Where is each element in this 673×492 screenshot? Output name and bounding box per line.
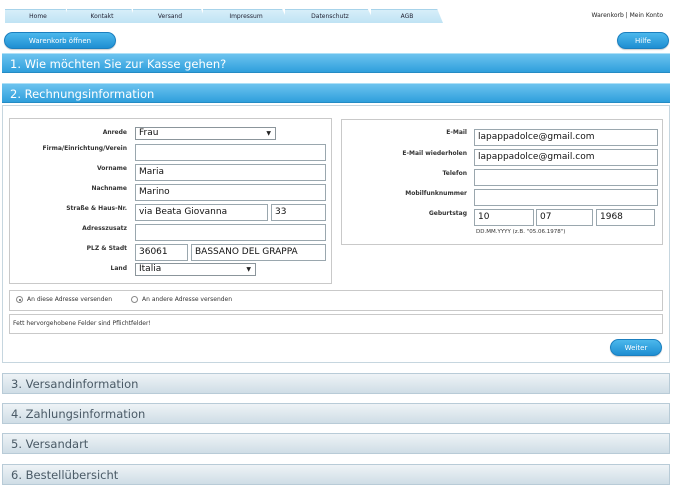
email-input[interactable]: lapappadolce@gmail.com (474, 129, 658, 146)
label-mobile: Mobilfunknummer (405, 190, 467, 197)
birthday-format-hint: DD.MM.YYYY (z.B. "05.06.1978") (476, 229, 566, 235)
company-input[interactable] (135, 144, 326, 161)
label-lastname: Nachname (91, 185, 127, 192)
label-email: E-Mail (446, 129, 467, 136)
section-order-review[interactable]: 6. Bestellübersicht (2, 464, 670, 485)
tab-versand[interactable]: Versand (133, 9, 207, 23)
country-select[interactable]: Italia ▼ (135, 263, 256, 276)
salutation-select[interactable]: Frau ▼ (135, 127, 276, 140)
email-repeat-input[interactable]: lapappadolce@gmail.com (474, 149, 658, 166)
tab-agb[interactable]: AGB (371, 9, 443, 23)
label-salutation: Anrede (102, 129, 127, 136)
label-country: Land (110, 265, 127, 272)
label-firstname: Vorname (96, 165, 127, 172)
help-button[interactable]: Hilfe (617, 32, 669, 49)
section-shipping-info[interactable]: 3. Versandinformation (2, 373, 670, 394)
salutation-value: Frau (139, 128, 159, 138)
section-payment-info[interactable]: 4. Zahlungsinformation (2, 403, 670, 424)
label-street: Straße & Haus-Nr. (66, 205, 127, 212)
label-email-repeat: E-Mail wiederholen (402, 150, 467, 157)
label-company: Firma/Einrichtung/Verein (42, 145, 127, 152)
open-cart-button[interactable]: Warenkorb öffnen (4, 32, 116, 49)
lastname-input[interactable]: Marino (135, 184, 326, 201)
birthday-month-input[interactable]: 07 (536, 209, 593, 226)
tab-kontakt[interactable]: Kontakt (67, 9, 137, 23)
tab-home[interactable]: Home (5, 9, 71, 23)
ship-to-this-address-label[interactable]: An diese Adresse versenden (27, 296, 112, 303)
country-value: Italia (139, 264, 162, 274)
zip-input[interactable]: 36061 (135, 244, 188, 261)
ship-to-other-address-label[interactable]: An andere Adresse versenden (142, 296, 232, 303)
top-navigation: Home Kontakt Versand Impressum Datenschu… (5, 9, 443, 23)
label-address-extra: Adresszusatz (82, 225, 127, 232)
ship-to-other-address-radio[interactable] (131, 296, 138, 303)
next-button[interactable]: Weiter (610, 339, 662, 356)
ship-to-this-address-radio[interactable] (16, 296, 23, 303)
label-birthday: Geburtstag (428, 210, 467, 217)
section-billing[interactable]: 2. Rechnungsinformation (2, 83, 670, 103)
label-zip-city: PLZ & Stadt (86, 245, 127, 252)
house-number-input[interactable]: 33 (271, 204, 326, 221)
phone-input[interactable] (474, 169, 658, 186)
tab-datenschutz[interactable]: Datenschutz (285, 9, 375, 23)
mobile-input[interactable] (474, 189, 658, 206)
label-phone: Telefon (442, 170, 468, 177)
firstname-input[interactable]: Maria (135, 164, 326, 181)
chevron-down-icon: ▼ (246, 266, 251, 273)
chevron-down-icon: ▼ (266, 130, 271, 137)
required-fields-note: Fett hervorgehobene Felder sind Pflichtf… (13, 320, 151, 327)
section-shipping-method[interactable]: 5. Versandart (2, 433, 670, 454)
street-input[interactable]: via Beata Giovanna (135, 204, 268, 221)
tab-impressum[interactable]: Impressum (203, 9, 289, 23)
account-links[interactable]: Warenkorb | Mein Konto (592, 12, 663, 19)
birthday-year-input[interactable]: 1968 (596, 209, 655, 226)
address-extra-input[interactable] (135, 224, 326, 241)
city-input[interactable]: BASSANO DEL GRAPPA (191, 244, 326, 261)
birthday-day-input[interactable]: 10 (474, 209, 534, 226)
section-checkout-method[interactable]: 1. Wie möchten Sie zur Kasse gehen? (2, 53, 670, 73)
